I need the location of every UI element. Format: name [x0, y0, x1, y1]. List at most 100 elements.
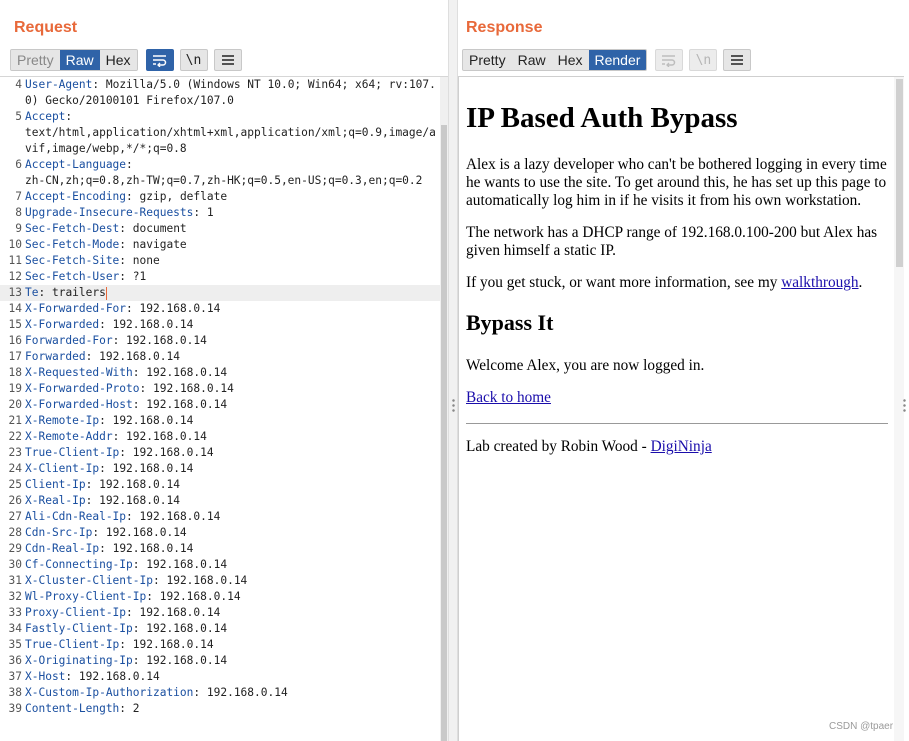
header-value: 1: [200, 206, 214, 219]
header-name: X-Cluster-Client-Ip: [25, 574, 153, 587]
back-to-home-link[interactable]: Back to home: [466, 389, 551, 406]
line-text: Sec-Fetch-Mode: navigate: [25, 237, 437, 253]
newline-icon: \n: [695, 52, 712, 68]
response-scroll-thumb[interactable]: [896, 79, 903, 267]
request-title: Request: [14, 19, 78, 36]
line-text: Sec-Fetch-Dest: document: [25, 221, 437, 237]
header-value: 192.168.0.14: [132, 302, 221, 315]
line-number: 20: [8, 398, 22, 411]
header-name: X-Custom-Ip-Authorization: [25, 686, 194, 699]
line-text: Upgrade-Insecure-Requests: 1: [25, 205, 437, 221]
line-text: X-Remote-Addr: 192.168.0.14: [25, 429, 437, 445]
hamburger-icon: [221, 55, 234, 65]
header-value: 192.168.0.14: [153, 590, 241, 603]
header-name: X-Forwarded-Host: [25, 398, 133, 411]
line-number: 17: [8, 350, 22, 363]
response-show-newlines-button[interactable]: \n: [689, 49, 718, 71]
rendered-page: IP Based Auth Bypass Alex is a lazy deve…: [466, 77, 888, 456]
response-view-tabs: Pretty Raw Hex Render: [462, 49, 648, 71]
request-line: 24 X-Client-Ip: 192.168.0.14: [0, 461, 440, 477]
line-text: Accept: text/html,application/xhtml+xml,…: [25, 109, 437, 157]
credit-paragraph: Lab created by Robin Wood - DigiNinja: [466, 438, 888, 456]
request-word-wrap-button[interactable]: [145, 49, 174, 71]
line-number: 36: [8, 654, 22, 667]
header-name: X-Remote-Addr: [25, 430, 113, 443]
response-tab-render[interactable]: Render: [588, 50, 647, 70]
request-line: 34 Fastly-Client-Ip: 192.168.0.14: [0, 621, 440, 637]
header-value: 192.168.0.14: [105, 462, 194, 475]
line-text: Te: trailers: [25, 285, 437, 301]
request-line: 9 Sec-Fetch-Dest: document: [0, 221, 440, 237]
header-value: none: [126, 254, 160, 267]
watermark: CSDN @tpaer: [829, 721, 894, 732]
request-tab-hex[interactable]: Hex: [99, 50, 137, 70]
request-scrollbar[interactable]: [440, 77, 448, 741]
line-number: 21: [8, 414, 22, 427]
request-tab-raw[interactable]: Raw: [59, 50, 100, 70]
hamburger-icon: [731, 55, 744, 65]
request-line: 30 Cf-Connecting-Ip: 192.168.0.14: [0, 557, 440, 573]
request-line: 36 X-Originating-Ip: 192.168.0.14: [0, 653, 440, 669]
line-number: 26: [8, 494, 22, 507]
header-value: 2: [126, 702, 140, 715]
line-number: 11: [8, 254, 22, 267]
diginnja-link[interactable]: DigiNinja: [651, 438, 712, 455]
line-text: Sec-Fetch-User: ?1: [25, 269, 437, 285]
header-value: 192.168.0.14: [132, 510, 221, 523]
request-menu-button[interactable]: [213, 49, 242, 71]
line-number: 38: [8, 686, 22, 699]
pane-divider[interactable]: [448, 0, 458, 741]
line-number: 9: [15, 222, 22, 235]
request-line: 12 Sec-Fetch-User: ?1: [0, 269, 440, 285]
request-scroll-thumb[interactable]: [441, 125, 447, 741]
header-name: X-Client-Ip: [25, 462, 100, 475]
header-name: True-Client-Ip: [25, 638, 120, 651]
header-name: Accept-Encoding: [25, 190, 127, 203]
line-number: 28: [8, 526, 22, 539]
line-number: 7: [15, 190, 22, 203]
header-name: Cf-Connecting-Ip: [25, 558, 133, 571]
response-panel: Response Pretty Raw Hex Render \n IP Bas…: [458, 0, 909, 741]
response-word-wrap-button[interactable]: [655, 49, 684, 71]
header-name: Sec-Fetch-Mode: [25, 238, 120, 251]
header-separator: :: [99, 462, 106, 475]
header-value: 192.168.0.14: [159, 574, 248, 587]
line-text: Fastly-Client-Ip: 192.168.0.14: [25, 621, 437, 637]
header-name: Sec-Fetch-User: [25, 270, 120, 283]
line-text: User-Agent: Mozilla/5.0 (Windows NT 10.0…: [25, 77, 437, 109]
walkthrough-link[interactable]: walkthrough: [781, 274, 858, 291]
stuck-paragraph: If you get stuck, or want more informati…: [466, 274, 888, 292]
line-number: 32: [8, 590, 22, 603]
response-tab-raw[interactable]: Raw: [511, 50, 552, 70]
response-menu-button[interactable]: [723, 49, 752, 71]
request-tab-pretty[interactable]: Pretty: [11, 50, 60, 70]
line-number: 35: [8, 638, 22, 651]
request-line: 10 Sec-Fetch-Mode: navigate: [0, 237, 440, 253]
request-show-newlines-button[interactable]: \n: [179, 49, 208, 71]
welcome-message: Welcome Alex, you are now logged in.: [466, 357, 705, 374]
request-editor[interactable]: 4 User-Agent: Mozilla/5.0 (Windows NT 10.…: [0, 76, 448, 741]
line-text: True-Client-Ip: 192.168.0.14: [25, 637, 437, 653]
request-line: 6 Accept-Language: zh-CN,zh;q=0.8,zh-TW;q…: [0, 157, 440, 189]
page-heading: IP Based Auth Bypass: [466, 102, 738, 134]
header-name: Sec-Fetch-Dest: [25, 222, 120, 235]
header-value: 192.168.0.14: [126, 638, 214, 651]
response-title: Response: [466, 19, 543, 36]
header-name: Sec-Fetch-Site: [25, 254, 120, 267]
request-line: 8 Upgrade-Insecure-Requests: 1: [0, 205, 440, 221]
header-name: Accept-Language: [25, 158, 127, 171]
header-name: Wl-Proxy-Client-Ip: [25, 590, 147, 603]
line-text: X-Forwarded-Proto: 192.168.0.14: [25, 381, 437, 397]
header-value: 192.168.0.14: [139, 622, 228, 635]
word-wrap-icon: [662, 55, 676, 67]
header-value: 192.168.0.14: [105, 414, 194, 427]
line-text: X-Forwarded-Host: 192.168.0.14: [25, 397, 437, 413]
line-number: 31: [8, 574, 22, 587]
request-line: 21 X-Remote-Ip: 192.168.0.14: [0, 413, 440, 429]
request-line: 28 Cdn-Src-Ip: 192.168.0.14: [0, 525, 440, 541]
line-text: Proxy-Client-Ip: 192.168.0.14: [25, 605, 437, 621]
response-tab-hex[interactable]: Hex: [551, 50, 589, 70]
line-text: X-Custom-Ip-Authorization: 192.168.0.14: [25, 685, 437, 701]
response-tab-pretty[interactable]: Pretty: [463, 50, 512, 70]
request-line: 19 X-Forwarded-Proto: 192.168.0.14: [0, 381, 440, 397]
